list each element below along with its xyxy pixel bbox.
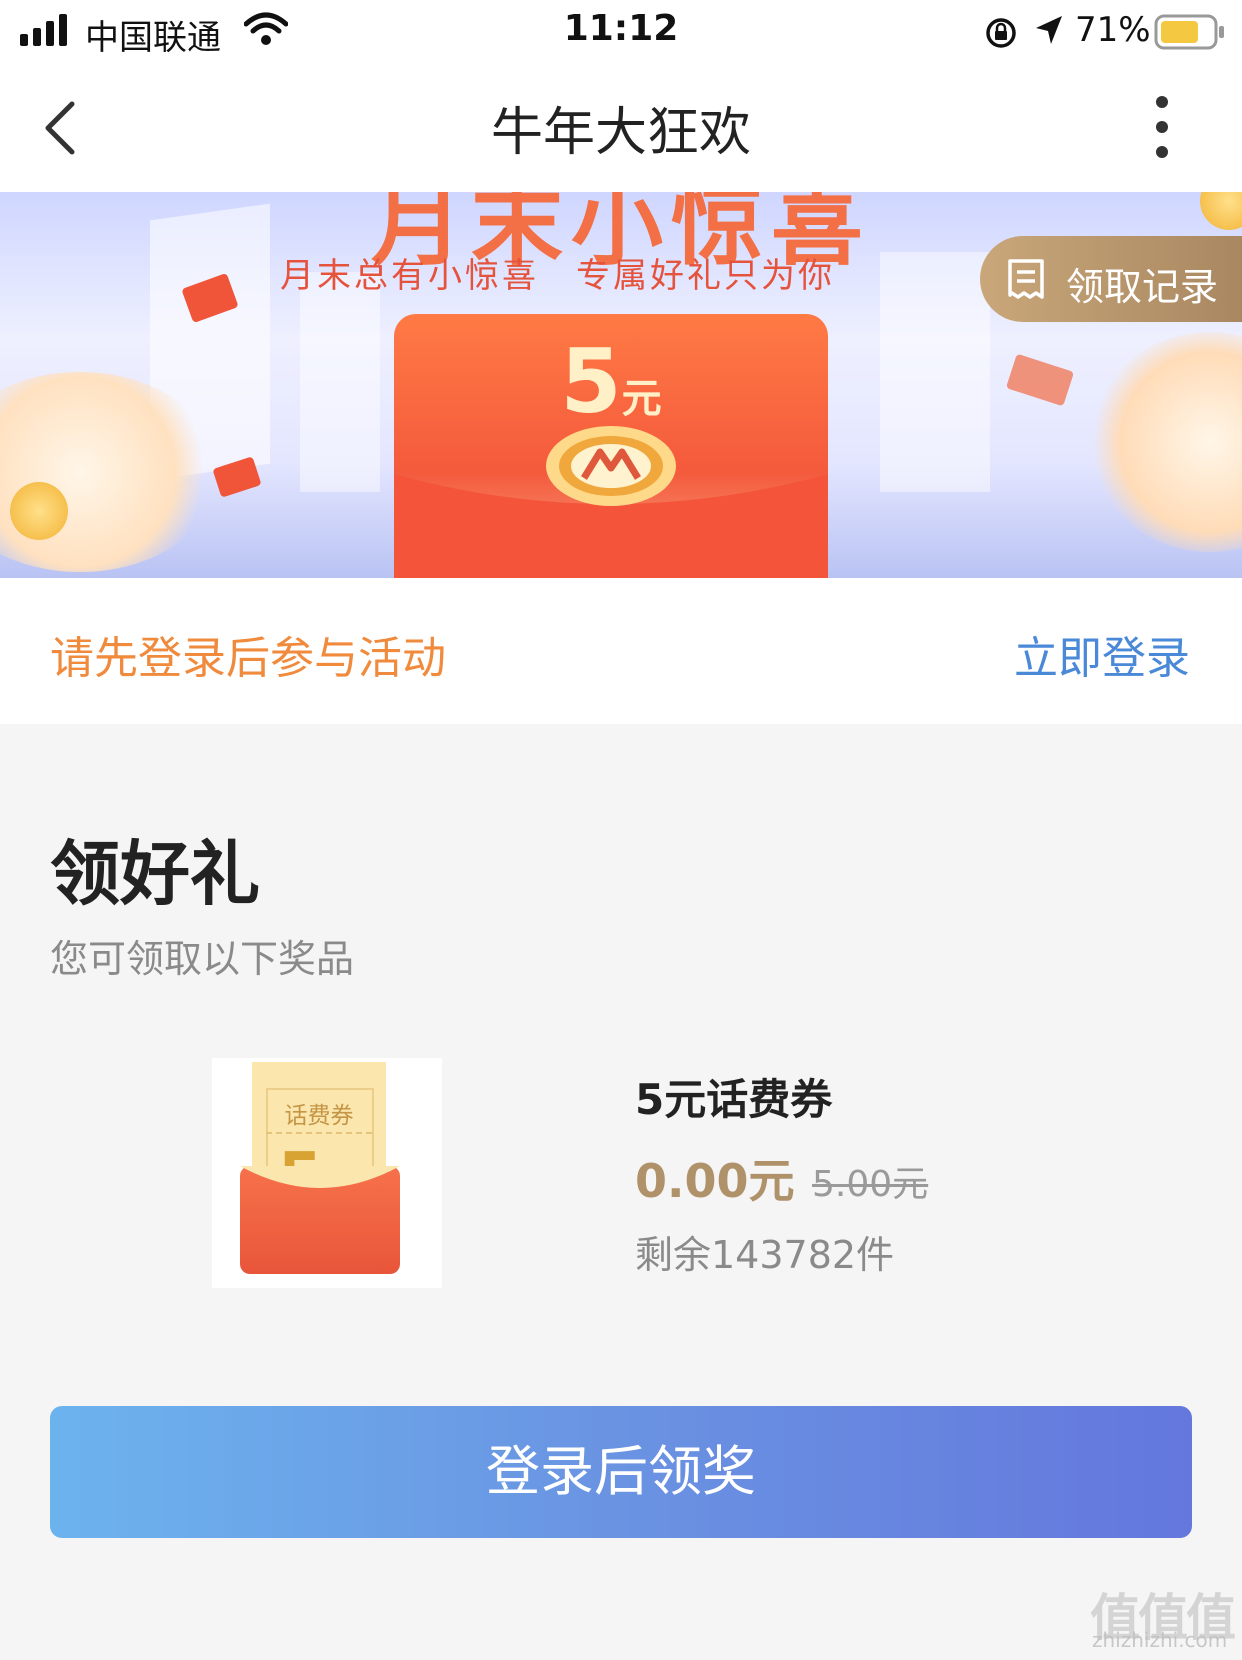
ticket-label: 话费券 xyxy=(284,1103,354,1129)
login-prompt-bar: 请先登录后参与活动 立即登录 xyxy=(0,578,1242,724)
ticket-edge xyxy=(252,1063,386,1070)
login-to-claim-button[interactable]: 登录后领奖 xyxy=(50,1406,1192,1538)
banner-subtitle: 月末总有小惊喜 专属好礼只为你 xyxy=(280,256,835,296)
ticket-divider xyxy=(266,1132,372,1134)
red-envelope-illustration: 5元 xyxy=(394,314,828,578)
section-title: 领好礼 xyxy=(50,833,260,915)
more-vertical-icon[interactable] xyxy=(1150,94,1174,160)
location-arrow-icon xyxy=(1036,16,1062,44)
claim-record-label: 领取记录 xyxy=(1066,265,1219,309)
section-subtitle: 您可领取以下奖品 xyxy=(50,937,355,981)
prize-name: 5元话费券 xyxy=(635,1075,833,1124)
coin-decoration xyxy=(10,482,68,540)
battery-icon xyxy=(1154,14,1224,50)
login-now-link[interactable]: 立即登录 xyxy=(1014,622,1190,686)
prize-stock: 剩余143782件 xyxy=(635,1233,895,1277)
watermark-url: zhizhizhi.com xyxy=(1092,1628,1228,1652)
promo-banner[interactable]: 月末小惊喜 月末总有小惊喜 专属好礼只为你 5元 领取记录 xyxy=(0,192,1242,578)
cloud-decoration xyxy=(1090,332,1242,552)
bank-logo-icon xyxy=(546,426,676,506)
navigation-bar: 牛年大狂欢 xyxy=(0,64,1242,192)
red-envelope-pocket xyxy=(240,1166,400,1274)
building-decoration xyxy=(300,272,380,492)
claim-record-button[interactable]: 领取记录 xyxy=(980,236,1242,322)
prize-image: 话费券 5元 xyxy=(212,1058,442,1288)
pocket-flap xyxy=(240,1166,400,1188)
status-bar: 中国联通 11:12 71% xyxy=(0,0,1242,64)
building-decoration xyxy=(880,252,990,492)
prize-price: 0.00元 xyxy=(635,1154,795,1208)
login-tip: 请先登录后参与活动 xyxy=(50,633,446,684)
page-title: 牛年大狂欢 xyxy=(490,103,751,163)
mini-envelope-decoration xyxy=(1005,353,1075,407)
envelope-amount: 5元 xyxy=(560,330,662,433)
receipt-icon xyxy=(1008,259,1044,299)
rotation-lock-icon xyxy=(986,18,1016,48)
battery-percent: 71% xyxy=(1075,10,1151,50)
prize-original-price: 5.00元 xyxy=(812,1164,929,1205)
